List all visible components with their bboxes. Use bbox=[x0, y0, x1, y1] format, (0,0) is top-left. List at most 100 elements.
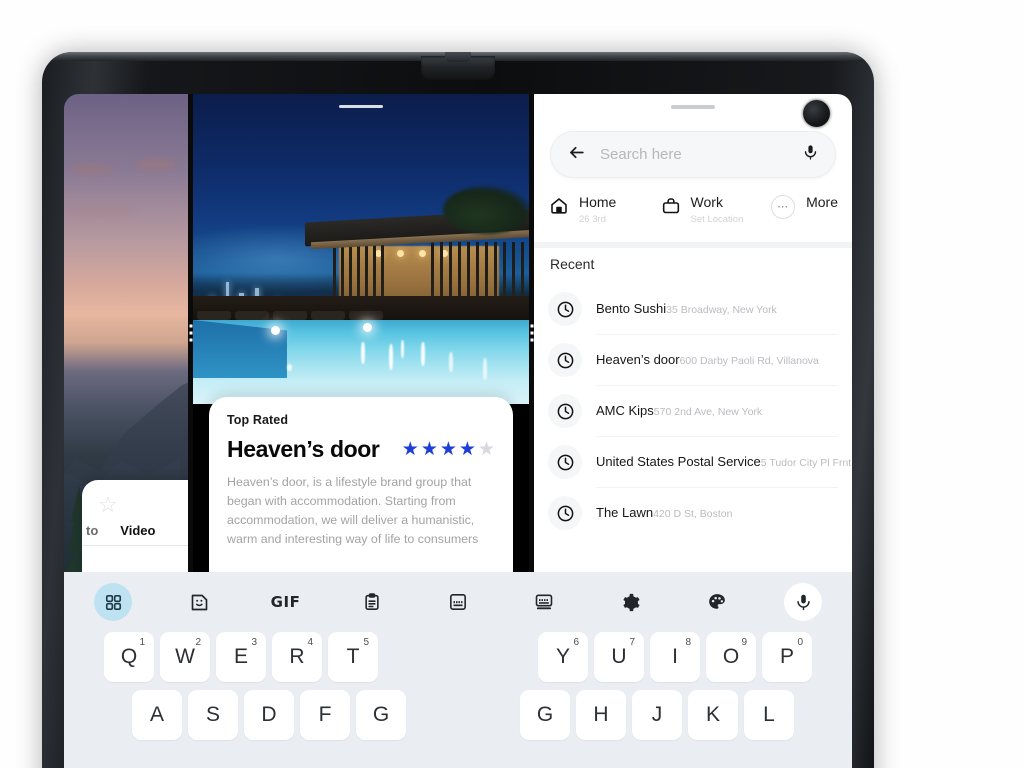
recent-place-name: AMC Kips bbox=[596, 403, 654, 418]
listing-info-card[interactable]: Top Rated Heaven’s door ★ ★ ★ ★ ★ Heaven’s d… bbox=[209, 397, 513, 572]
key-i[interactable]: I8 bbox=[650, 632, 700, 682]
recent-place-address: 420 D St, Boston bbox=[653, 508, 733, 520]
key-number-hint: 7 bbox=[629, 637, 635, 648]
quick-actions-row: Home 26 3rd Work Set Location ⋯ More bbox=[534, 190, 852, 242]
quick-action-home[interactable]: Home 26 3rd bbox=[548, 194, 660, 225]
left-app-tabs: to Video bbox=[82, 523, 188, 538]
recent-place-item[interactable]: Heaven’s door600 Darby Paoli Rd, Villano… bbox=[534, 335, 852, 385]
recent-place-name: Bento Sushi bbox=[596, 301, 667, 316]
front-camera-hole-punch bbox=[803, 100, 830, 127]
keyboard-half-right: Y6U7I8O9P0 bbox=[538, 632, 812, 682]
quick-action-more-label: More bbox=[806, 194, 838, 210]
keyboard-half-right: GHJKL bbox=[520, 690, 794, 740]
home-icon bbox=[548, 195, 570, 217]
tab-photo[interactable]: to bbox=[86, 523, 98, 538]
window-pane-center[interactable]: Top Rated Heaven’s door ★ ★ ★ ★ ★ Heaven’s d… bbox=[193, 94, 529, 572]
key-number-hint: 1 bbox=[139, 637, 145, 648]
keyboard-half-left: ASDFG bbox=[132, 690, 406, 740]
quick-action-home-label: Home bbox=[579, 194, 617, 210]
key-number-hint: 9 bbox=[741, 637, 747, 648]
back-arrow-icon[interactable] bbox=[567, 143, 586, 167]
keyboard-half-left: Q1W2E3R4T5 bbox=[104, 632, 378, 682]
top-rated-badge: Top Rated bbox=[227, 413, 289, 427]
tab-video[interactable]: Video bbox=[120, 523, 155, 538]
key-q[interactable]: Q1 bbox=[104, 632, 154, 682]
recent-place-item[interactable]: AMC Kips570 2nd Ave, New York bbox=[534, 386, 852, 436]
briefcase-icon bbox=[660, 195, 682, 217]
window-pane-left[interactable]: ☆ to Video bbox=[64, 94, 188, 572]
clock-icon bbox=[548, 445, 582, 479]
keyboard-row: Q1W2E3R4T5 Y6U7I8O9P0 bbox=[64, 628, 852, 686]
key-number-hint: 0 bbox=[797, 637, 803, 648]
settings-gear-icon[interactable] bbox=[612, 583, 650, 621]
key-d[interactable]: D bbox=[244, 690, 294, 740]
search-input[interactable]: Search here bbox=[600, 146, 802, 163]
recent-place-address: 35 Broadway, New York bbox=[666, 304, 777, 316]
left-app-divider bbox=[82, 545, 188, 546]
clock-icon bbox=[548, 394, 582, 428]
palette-theme-icon[interactable] bbox=[698, 583, 736, 621]
divider-grip-icon[interactable] bbox=[530, 324, 533, 342]
key-y[interactable]: Y6 bbox=[538, 632, 588, 682]
floating-keyboard-icon[interactable] bbox=[439, 583, 477, 621]
gif-icon[interactable]: GIF bbox=[267, 583, 305, 621]
listing-title: Heaven’s door bbox=[227, 436, 380, 462]
microphone-icon[interactable] bbox=[784, 583, 822, 621]
listing-description: Heaven’s door, is a lifestyle brand grou… bbox=[227, 475, 479, 546]
recent-section-header: Recent bbox=[550, 256, 595, 272]
recent-place-address: 600 Darby Paoli Rd, Villanova bbox=[679, 355, 819, 367]
quick-action-work-sub: Set Location bbox=[690, 214, 744, 225]
key-k[interactable]: K bbox=[688, 690, 738, 740]
recent-place-name: The Lawn bbox=[596, 505, 654, 520]
microphone-icon[interactable] bbox=[802, 144, 819, 166]
sticker-face-icon[interactable] bbox=[180, 583, 218, 621]
quick-action-home-sub: 26 3rd bbox=[579, 214, 606, 225]
key-r[interactable]: R4 bbox=[272, 632, 322, 682]
recent-place-item[interactable]: The Lawn420 D St, Boston bbox=[534, 488, 852, 538]
recent-place-name: Heaven’s door bbox=[596, 352, 680, 367]
key-l[interactable]: L bbox=[744, 690, 794, 740]
key-g[interactable]: G bbox=[356, 690, 406, 740]
window-pane-right[interactable]: Search here Home 26 3rd Work Set Locatio… bbox=[534, 94, 852, 572]
rooftop-foliage bbox=[443, 186, 529, 234]
key-s[interactable]: S bbox=[188, 690, 238, 740]
key-number-hint: 3 bbox=[251, 637, 257, 648]
multi-window-area: ☆ to Video Top Rated Heaven’s door ★ ★ ★… bbox=[64, 94, 852, 572]
key-w[interactable]: W2 bbox=[160, 632, 210, 682]
key-o[interactable]: O9 bbox=[706, 632, 756, 682]
star-filled-icon: ★ bbox=[439, 439, 457, 460]
left-app-card[interactable]: ☆ to Video bbox=[82, 480, 188, 572]
quick-action-work[interactable]: Work Set Location bbox=[660, 194, 772, 225]
recent-place-item[interactable]: Bento Sushi35 Broadway, New York bbox=[534, 284, 852, 334]
key-h[interactable]: H bbox=[576, 690, 626, 740]
key-a[interactable]: A bbox=[132, 690, 182, 740]
key-u[interactable]: U7 bbox=[594, 632, 644, 682]
key-p[interactable]: P0 bbox=[762, 632, 812, 682]
clock-icon bbox=[548, 343, 582, 377]
device-camera-bump bbox=[421, 56, 495, 80]
grid-apps-icon[interactable] bbox=[94, 583, 132, 621]
key-g[interactable]: G bbox=[520, 690, 570, 740]
recent-place-item[interactable]: United States Postal Service5 Tudor City… bbox=[534, 437, 852, 487]
clock-icon bbox=[548, 496, 582, 530]
key-f[interactable]: F bbox=[300, 690, 350, 740]
key-t[interactable]: T5 bbox=[328, 632, 378, 682]
swimming-pool bbox=[193, 320, 529, 404]
search-bar[interactable]: Search here bbox=[550, 131, 836, 178]
key-number-hint: 2 bbox=[195, 637, 201, 648]
landscape-photo: ☆ to Video bbox=[64, 94, 188, 572]
recent-place-address: 570 2nd Ave, New York bbox=[653, 406, 763, 418]
key-e[interactable]: E3 bbox=[216, 632, 266, 682]
quick-action-more[interactable]: ⋯ More bbox=[771, 194, 838, 219]
star-filled-icon: ★ bbox=[401, 439, 419, 460]
key-j[interactable]: J bbox=[632, 690, 682, 740]
quick-action-work-label: Work bbox=[690, 194, 723, 210]
clipboard-icon[interactable] bbox=[353, 583, 391, 621]
window-drag-handle-center[interactable] bbox=[339, 105, 383, 108]
recent-place-address: 5 Tudor City Pl Frnt 4, New York bbox=[760, 457, 852, 469]
one-handed-keyboard-icon[interactable] bbox=[525, 583, 563, 621]
star-outline-icon: ☆ bbox=[98, 492, 118, 517]
key-number-hint: 4 bbox=[307, 637, 313, 648]
divider-grip-icon[interactable] bbox=[189, 324, 192, 342]
window-drag-handle-right[interactable] bbox=[671, 105, 715, 109]
